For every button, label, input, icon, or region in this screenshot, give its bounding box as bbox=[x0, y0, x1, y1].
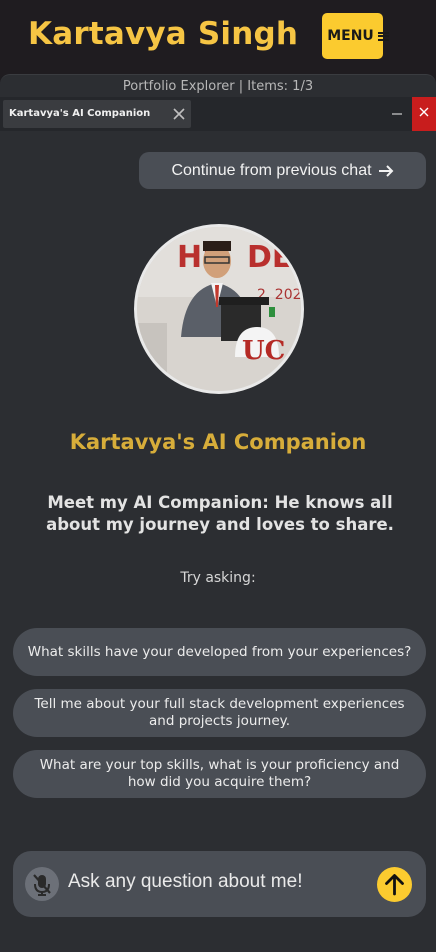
intro-text: Meet my AI Companion: He knows all about… bbox=[46, 493, 394, 534]
window-close-button[interactable] bbox=[412, 97, 436, 131]
companion-title: Kartavya's AI Companion bbox=[69, 430, 367, 454]
close-icon[interactable] bbox=[169, 103, 189, 125]
question-input[interactable]: Ask any question about me! bbox=[68, 871, 302, 893]
continue-label: Continue from previous chat bbox=[171, 161, 372, 179]
profile-photo: HE DE 2, 202 UC bbox=[137, 227, 301, 391]
tab-label: Kartavya's AI Companion bbox=[9, 108, 151, 119]
suggestion-button-2[interactable]: Tell me about your full stack developmen… bbox=[13, 689, 426, 737]
arrow-up-icon bbox=[385, 874, 404, 896]
tab-strip: Kartavya's AI Companion bbox=[0, 97, 436, 131]
mic-off-icon[interactable] bbox=[25, 867, 59, 901]
menu-button[interactable]: MENU bbox=[322, 13, 389, 59]
suggestion-button-1[interactable]: What skills have your developed from you… bbox=[13, 628, 426, 676]
window-status: Portfolio Explorer | Items: 1/3 bbox=[122, 79, 314, 94]
suggestion-button-3[interactable]: What are your top skills, what is your p… bbox=[13, 750, 426, 798]
top-bar: Kartavya Singh MENU bbox=[0, 0, 436, 76]
svg-text:UC: UC bbox=[242, 336, 285, 366]
minimize-icon[interactable] bbox=[386, 107, 408, 123]
avatar: HE DE 2, 202 UC bbox=[134, 224, 304, 394]
continue-chat-button[interactable]: Continue from previous chat bbox=[139, 152, 426, 189]
brand-title[interactable]: Kartavya Singh bbox=[28, 16, 298, 52]
tab-ai-companion[interactable]: Kartavya's AI Companion bbox=[3, 100, 191, 128]
close-icon bbox=[419, 107, 429, 117]
send-button[interactable] bbox=[377, 867, 412, 902]
menu-label: MENU bbox=[327, 28, 374, 44]
chat-input-bar: Ask any question about me! bbox=[13, 851, 426, 917]
arrow-right-icon bbox=[378, 164, 393, 177]
try-asking-label: Try asking: bbox=[180, 570, 256, 586]
